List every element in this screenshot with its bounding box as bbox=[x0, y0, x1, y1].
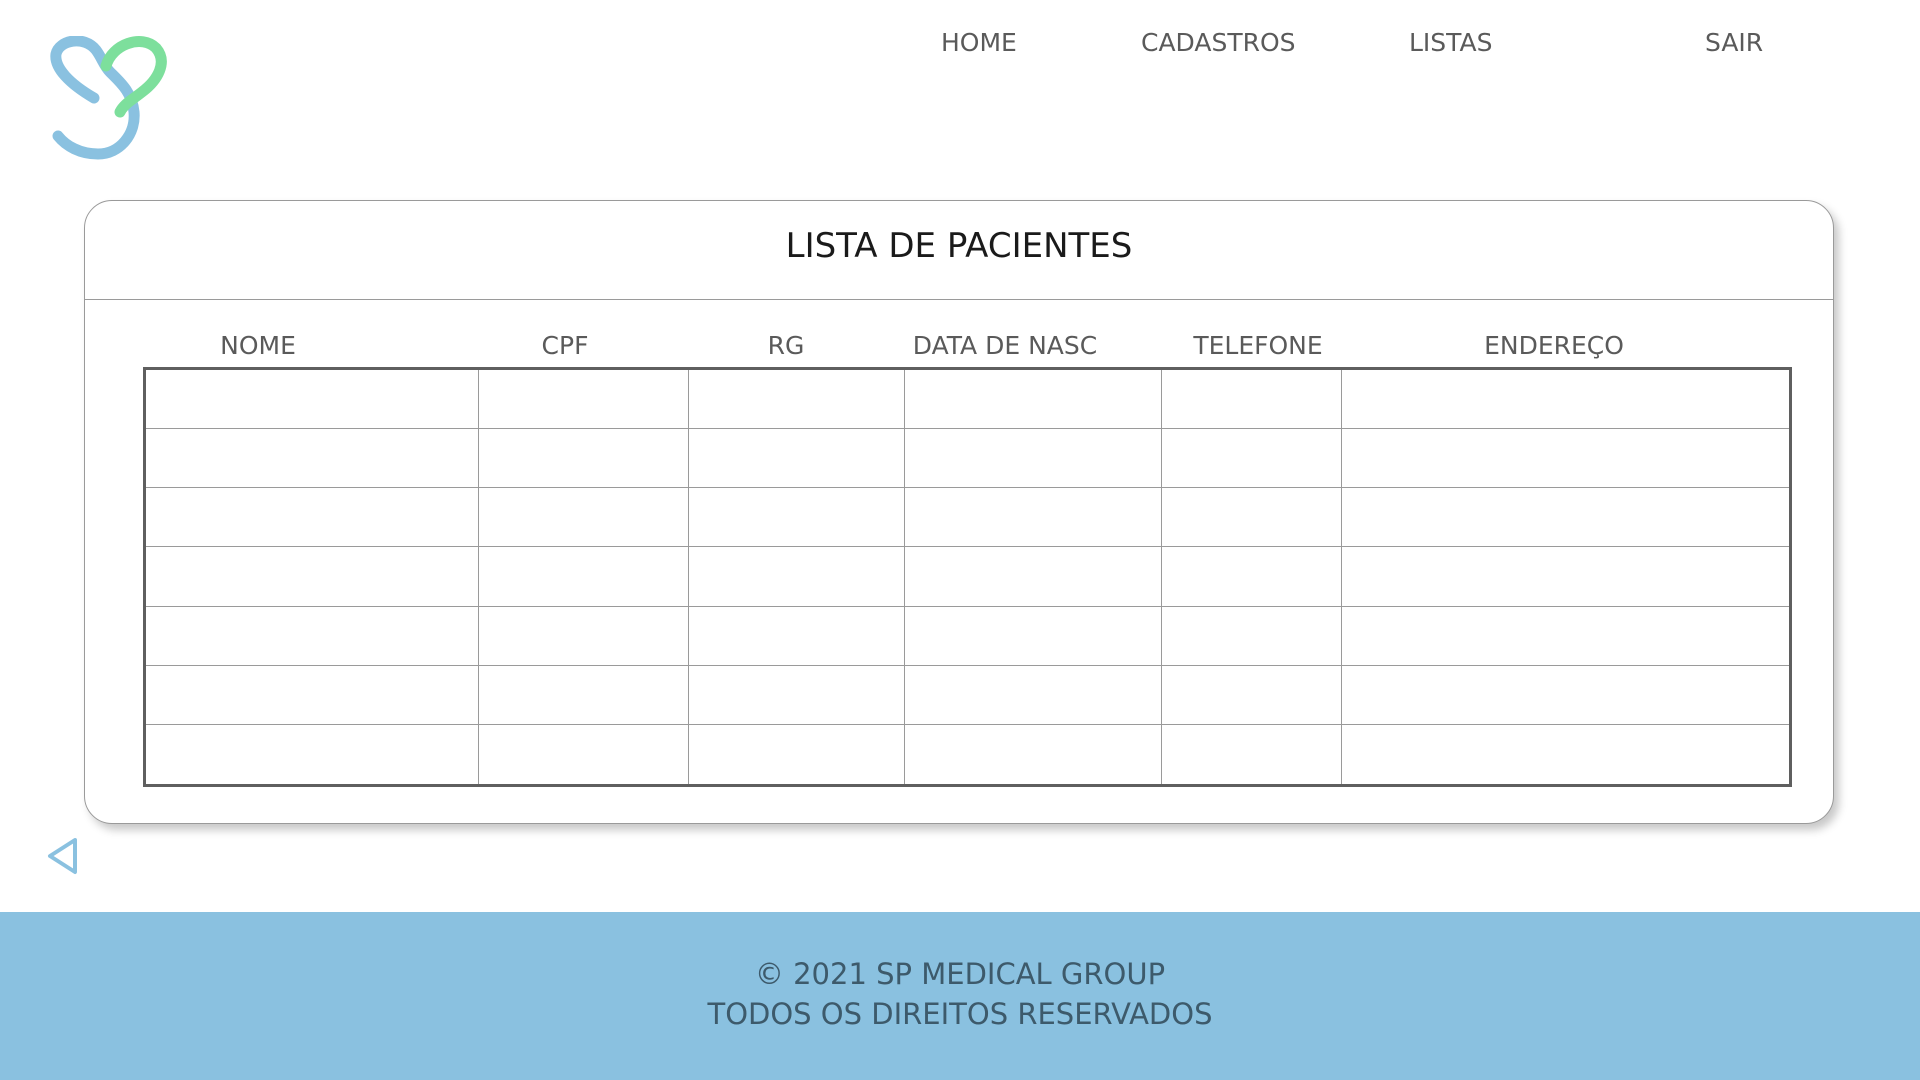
table-cell bbox=[479, 665, 689, 725]
footer: © 2021 SP MEDICAL GROUP TODOS OS DIREITO… bbox=[0, 912, 1920, 1080]
patient-list-card: LISTA DE PACIENTES NOME CPF RG DATA DE N… bbox=[84, 200, 1834, 824]
table-cell bbox=[1342, 488, 1789, 548]
nav-home-link[interactable]: HOME bbox=[941, 26, 1017, 60]
table-cell bbox=[146, 724, 479, 784]
table-cell bbox=[479, 488, 689, 548]
footer-rights: TODOS OS DIREITOS RESERVADOS bbox=[707, 997, 1213, 1031]
table-cell bbox=[479, 724, 689, 784]
table-cell bbox=[1162, 429, 1342, 489]
column-header-nome: NOME bbox=[220, 331, 296, 360]
main-nav: HOME CADASTROS LISTAS SAIR bbox=[0, 26, 1920, 66]
table-cell bbox=[689, 606, 905, 666]
table-cell bbox=[689, 429, 905, 489]
table-cell bbox=[1162, 724, 1342, 784]
table-cell bbox=[1342, 666, 1789, 725]
column-header-cpf: CPF bbox=[541, 331, 589, 360]
table-cell bbox=[1162, 665, 1342, 725]
table-cell bbox=[905, 547, 1162, 607]
table-cell bbox=[1342, 429, 1789, 489]
patient-table bbox=[143, 367, 1792, 787]
page-title: LISTA DE PACIENTES bbox=[785, 226, 1133, 266]
table-cell bbox=[905, 488, 1162, 548]
table-cell bbox=[689, 370, 905, 430]
back-arrow-icon[interactable] bbox=[44, 834, 84, 878]
table-cell bbox=[146, 429, 479, 489]
table-cell bbox=[689, 547, 905, 607]
table-cell bbox=[905, 370, 1162, 430]
table-cell bbox=[1162, 547, 1342, 607]
table-cell bbox=[1342, 547, 1789, 607]
table-cell bbox=[479, 370, 689, 430]
table-cell bbox=[1162, 606, 1342, 666]
table-cell bbox=[689, 724, 905, 784]
table-cell bbox=[689, 665, 905, 725]
table-cell bbox=[479, 429, 689, 489]
table-cell bbox=[1162, 370, 1342, 430]
column-header-data-nasc: DATA DE NASC bbox=[912, 331, 1098, 360]
table-cell bbox=[905, 665, 1162, 725]
column-header-telefone: TELEFONE bbox=[1193, 331, 1323, 360]
table-cell bbox=[146, 488, 479, 548]
table-cell bbox=[479, 547, 689, 607]
nav-listas-link[interactable]: LISTAS bbox=[1409, 26, 1492, 60]
table-cell bbox=[905, 429, 1162, 489]
table-cell bbox=[689, 488, 905, 548]
table-cell bbox=[905, 606, 1162, 666]
table-cell bbox=[146, 665, 479, 725]
table-cell bbox=[1342, 370, 1789, 430]
nav-sair-link[interactable]: SAIR bbox=[1705, 26, 1763, 60]
table-cell bbox=[905, 724, 1162, 784]
table-cell bbox=[146, 370, 479, 430]
column-header-endereco: ENDEREÇO bbox=[1484, 331, 1624, 360]
table-cell bbox=[146, 547, 479, 607]
table-cell bbox=[1342, 607, 1789, 666]
column-header-rg: RG bbox=[767, 331, 805, 360]
nav-cadastros-link[interactable]: CADASTROS bbox=[1141, 26, 1296, 60]
title-divider bbox=[85, 299, 1833, 300]
table-cell bbox=[1162, 488, 1342, 548]
table-cell bbox=[479, 606, 689, 666]
table-cell bbox=[1342, 725, 1789, 784]
table-cell bbox=[146, 606, 479, 666]
footer-copyright: © 2021 SP MEDICAL GROUP bbox=[754, 957, 1166, 991]
